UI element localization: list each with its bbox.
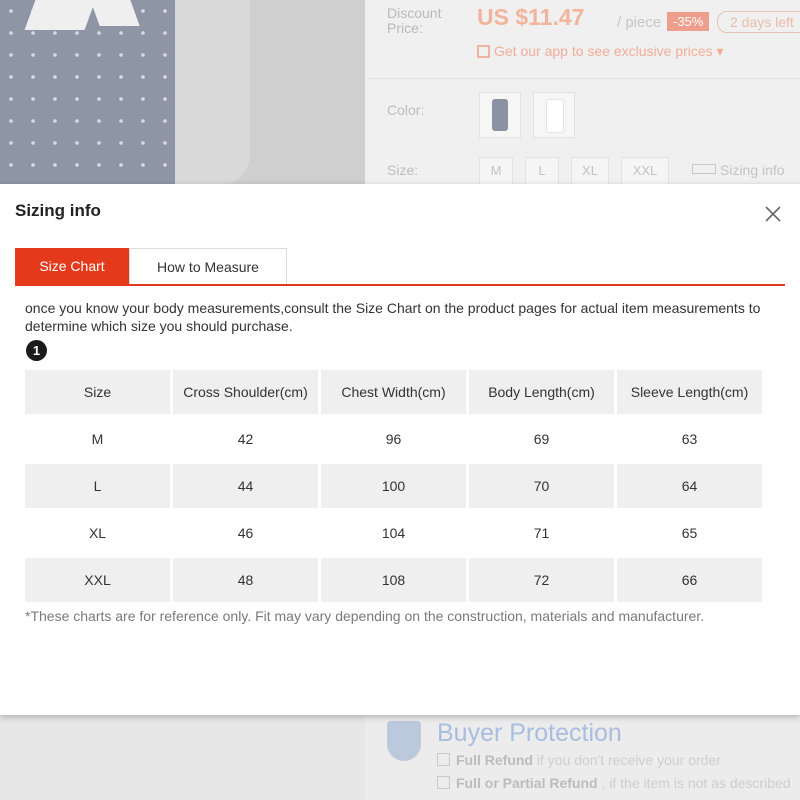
buyer-protection-title: Buyer Protection — [437, 719, 622, 747]
table-cell: 64 — [617, 464, 762, 508]
ruler-icon — [692, 164, 716, 174]
size-label: Size: — [387, 162, 419, 178]
table-cell: L — [25, 464, 170, 508]
table-cell: XXL — [25, 558, 170, 602]
table-header: Cross Shoulder(cm) — [173, 370, 318, 414]
table-cell: 46 — [173, 511, 318, 555]
divider — [365, 78, 800, 79]
check-icon — [437, 753, 450, 766]
partial-refund-rest: , if the item is not as described — [597, 775, 791, 791]
table-cell: 69 — [469, 417, 614, 461]
full-refund-line: Full Refund if you don't receive your or… — [437, 752, 721, 768]
color-label: Color: — [387, 102, 425, 118]
discount-badge: -35% — [667, 12, 710, 31]
table-row: XL 46 104 71 65 — [25, 511, 762, 555]
table-cell: 65 — [617, 511, 762, 555]
table-header: Size — [25, 370, 170, 414]
product-details: Discount Price: US $11.47 / piece -35% 2… — [365, 0, 800, 185]
table-cell: XL — [25, 511, 170, 555]
tab-how-to-measure[interactable]: How to Measure — [129, 248, 287, 284]
vest-thumbnail — [492, 99, 508, 131]
size-option-xl[interactable]: XL — [571, 157, 609, 185]
step-number-badge: 1 — [26, 340, 47, 361]
table-row: M 42 96 69 63 — [25, 417, 762, 461]
table-header: Body Length(cm) — [469, 370, 614, 414]
table-cell: 71 — [469, 511, 614, 555]
table-cell: 48 — [173, 558, 318, 602]
full-refund-rest: if you don't receive your order — [533, 752, 721, 768]
size-chart-table: Size Cross Shoulder(cm) Chest Width(cm) … — [22, 367, 765, 605]
days-left-badge: 2 days left — [717, 11, 800, 33]
table-cell: 108 — [321, 558, 466, 602]
table-cell: 100 — [321, 464, 466, 508]
intro-text: once you know your body measurements,con… — [25, 300, 761, 334]
sizing-info-link[interactable]: Sizing info — [692, 162, 785, 178]
modal-title: Sizing info — [15, 201, 101, 220]
partial-refund-bold: Full or Partial Refund — [456, 775, 598, 791]
table-cell: 42 — [173, 417, 318, 461]
table-cell: M — [25, 417, 170, 461]
color-swatch-white[interactable] — [533, 92, 575, 138]
sizing-info-modal: Sizing info Size Chart How to Measure on… — [0, 184, 800, 715]
disclaimer-note: *These charts are for reference only. Fi… — [25, 608, 705, 624]
shirt-thumbnail — [546, 99, 564, 133]
table-header-row: Size Cross Shoulder(cm) Chest Width(cm) … — [25, 370, 762, 414]
shield-cart-icon — [387, 721, 421, 761]
discount-price-label: Discount Price: — [387, 5, 442, 36]
app-promo-text: Get our app to see exclusive prices — [494, 43, 713, 59]
collar-graphic — [24, 0, 96, 30]
table-header: Chest Width(cm) — [321, 370, 466, 414]
color-swatch-gray[interactable] — [479, 92, 521, 138]
table-cell: 96 — [321, 417, 466, 461]
check-icon — [437, 776, 450, 789]
table-row: L 44 100 70 64 — [25, 464, 762, 508]
table-row: XXL 48 108 72 66 — [25, 558, 762, 602]
table-header: Sleeve Length(cm) — [617, 370, 762, 414]
app-promo-link[interactable]: Get our app to see exclusive prices ▾ — [477, 43, 724, 60]
tab-size-chart[interactable]: Size Chart — [15, 248, 129, 284]
size-option-m[interactable]: M — [479, 157, 513, 185]
table-cell: 70 — [469, 464, 614, 508]
partial-refund-line: Full or Partial Refund , if the item is … — [437, 775, 791, 791]
size-option-l[interactable]: L — [525, 157, 559, 185]
tab-underline — [15, 284, 785, 286]
table-cell: 66 — [617, 558, 762, 602]
buyer-protection: Buyer Protection Full Refund if you don'… — [365, 715, 800, 800]
table-cell: 104 — [321, 511, 466, 555]
sizing-info-text: Sizing info — [720, 162, 785, 178]
full-refund-bold: Full Refund — [456, 752, 533, 768]
size-option-xxl[interactable]: XXL — [621, 157, 669, 185]
product-image — [0, 0, 365, 185]
table-cell: 44 — [173, 464, 318, 508]
price: US $11.47 — [477, 4, 585, 30]
price-unit: / piece — [617, 14, 662, 31]
qr-code-icon — [477, 45, 490, 58]
close-icon[interactable] — [760, 201, 786, 227]
table-cell: 63 — [617, 417, 762, 461]
table-cell: 72 — [469, 558, 614, 602]
tab-bar: Size Chart How to Measure — [15, 248, 785, 286]
